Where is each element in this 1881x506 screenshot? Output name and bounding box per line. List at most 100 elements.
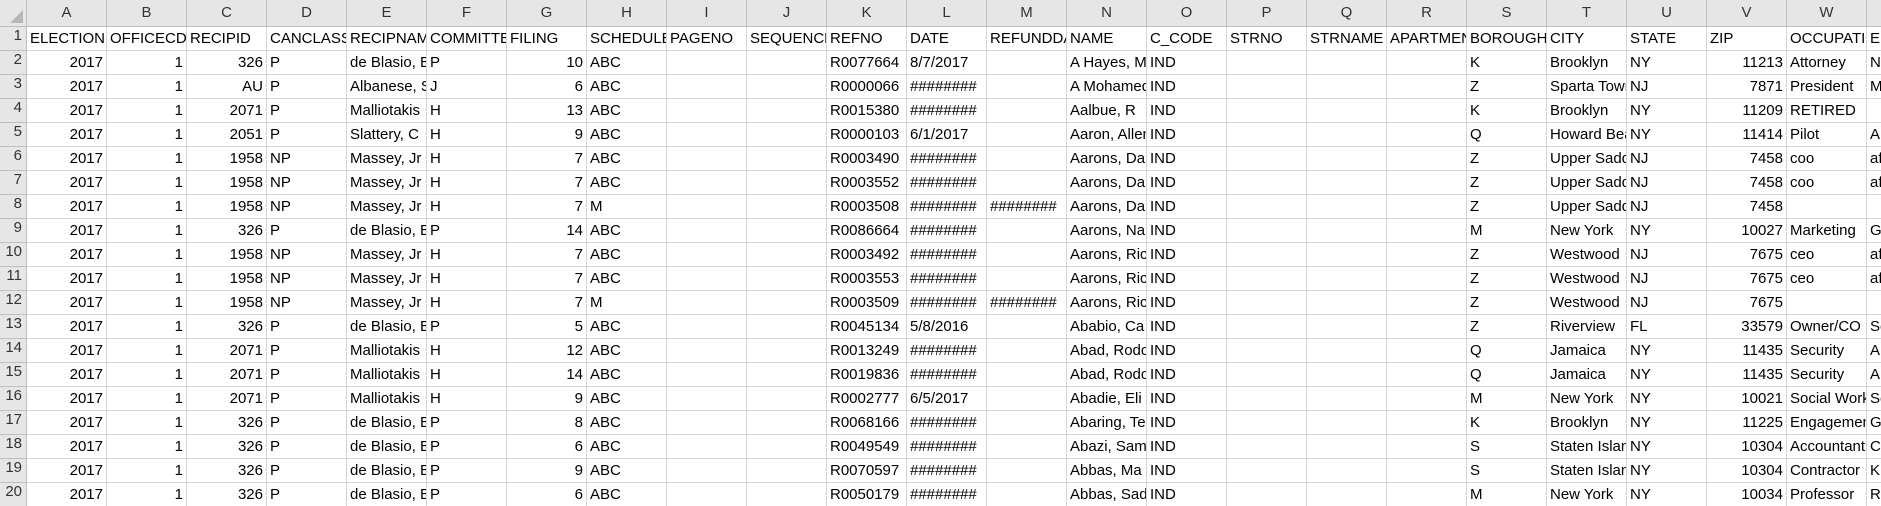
cell-u1[interactable]: STATE: [1627, 27, 1707, 51]
cell-g12[interactable]: 7: [507, 291, 587, 315]
cell-o7[interactable]: IND: [1147, 171, 1227, 195]
cell-h7[interactable]: ABC: [587, 171, 667, 195]
cell-u12[interactable]: NJ: [1627, 291, 1707, 315]
cell-m4[interactable]: [987, 99, 1067, 123]
cell-i16[interactable]: [667, 387, 747, 411]
cell-l5[interactable]: 6/1/2017: [907, 123, 987, 147]
cell-u2[interactable]: NY: [1627, 51, 1707, 75]
cell-v3[interactable]: 7871: [1707, 75, 1787, 99]
cell-n15[interactable]: Abad, Rodo: [1067, 363, 1147, 387]
cell-m7[interactable]: [987, 171, 1067, 195]
cell-o8[interactable]: IND: [1147, 195, 1227, 219]
cell-g20[interactable]: 6: [507, 483, 587, 506]
cell-l12[interactable]: ########: [907, 291, 987, 315]
cell-a1[interactable]: ELECTION: [27, 27, 107, 51]
cell-c7[interactable]: 1958: [187, 171, 267, 195]
cell-k7[interactable]: R0003552: [827, 171, 907, 195]
cell-u16[interactable]: NY: [1627, 387, 1707, 411]
cell-k14[interactable]: R0013249: [827, 339, 907, 363]
cell-e8[interactable]: Massey, Jr: [347, 195, 427, 219]
column-header-x[interactable]: X: [1867, 0, 1881, 27]
cell-x11[interactable]: af: [1867, 267, 1881, 291]
cell-v16[interactable]: 10021: [1707, 387, 1787, 411]
cell-h20[interactable]: ABC: [587, 483, 667, 506]
cell-w7[interactable]: coo: [1787, 171, 1867, 195]
cell-p13[interactable]: [1227, 315, 1307, 339]
cell-p19[interactable]: [1227, 459, 1307, 483]
cell-s14[interactable]: Q: [1467, 339, 1547, 363]
cell-u15[interactable]: NY: [1627, 363, 1707, 387]
cell-x1[interactable]: EMPNAME: [1867, 27, 1881, 51]
cell-d17[interactable]: P: [267, 411, 347, 435]
cell-s20[interactable]: M: [1467, 483, 1547, 506]
column-header-i[interactable]: I: [667, 0, 747, 27]
column-header-b[interactable]: B: [107, 0, 187, 27]
cell-r15[interactable]: [1387, 363, 1467, 387]
cell-q16[interactable]: [1307, 387, 1387, 411]
cell-p20[interactable]: [1227, 483, 1307, 506]
cell-k3[interactable]: R0000066: [827, 75, 907, 99]
cell-r9[interactable]: [1387, 219, 1467, 243]
cell-v15[interactable]: 11435: [1707, 363, 1787, 387]
cell-a10[interactable]: 2017: [27, 243, 107, 267]
cell-i19[interactable]: [667, 459, 747, 483]
cell-t7[interactable]: Upper Saddle: [1547, 171, 1627, 195]
cell-d9[interactable]: P: [267, 219, 347, 243]
cell-t2[interactable]: Brooklyn: [1547, 51, 1627, 75]
cell-l8[interactable]: ########: [907, 195, 987, 219]
cell-f1[interactable]: COMMITTEE: [427, 27, 507, 51]
cell-s16[interactable]: M: [1467, 387, 1547, 411]
cell-n13[interactable]: Ababio, Ca: [1067, 315, 1147, 339]
cell-r14[interactable]: [1387, 339, 1467, 363]
cell-i20[interactable]: [667, 483, 747, 506]
cell-m18[interactable]: [987, 435, 1067, 459]
cell-q9[interactable]: [1307, 219, 1387, 243]
cell-j13[interactable]: [747, 315, 827, 339]
cell-c10[interactable]: 1958: [187, 243, 267, 267]
row-header-9[interactable]: 9: [0, 219, 27, 243]
cell-e1[interactable]: RECIPNAME: [347, 27, 427, 51]
cell-x9[interactable]: G: [1867, 219, 1881, 243]
cell-l20[interactable]: ########: [907, 483, 987, 506]
cell-k18[interactable]: R0049549: [827, 435, 907, 459]
cell-x12[interactable]: [1867, 291, 1881, 315]
cell-r10[interactable]: [1387, 243, 1467, 267]
cell-w18[interactable]: Accountant: [1787, 435, 1867, 459]
cell-b14[interactable]: 1: [107, 339, 187, 363]
cell-v19[interactable]: 10304: [1707, 459, 1787, 483]
cell-f11[interactable]: H: [427, 267, 507, 291]
cell-t9[interactable]: New York: [1547, 219, 1627, 243]
cell-f15[interactable]: H: [427, 363, 507, 387]
cell-l4[interactable]: ########: [907, 99, 987, 123]
cell-s2[interactable]: K: [1467, 51, 1547, 75]
cell-e6[interactable]: Massey, Jr: [347, 147, 427, 171]
cell-c15[interactable]: 2071: [187, 363, 267, 387]
cell-j7[interactable]: [747, 171, 827, 195]
cell-q8[interactable]: [1307, 195, 1387, 219]
cell-o5[interactable]: IND: [1147, 123, 1227, 147]
cell-g15[interactable]: 14: [507, 363, 587, 387]
cell-p5[interactable]: [1227, 123, 1307, 147]
cell-u19[interactable]: NY: [1627, 459, 1707, 483]
cell-m10[interactable]: [987, 243, 1067, 267]
cell-i4[interactable]: [667, 99, 747, 123]
cell-t8[interactable]: Upper Saddle: [1547, 195, 1627, 219]
cell-h12[interactable]: M: [587, 291, 667, 315]
cell-i11[interactable]: [667, 267, 747, 291]
cell-x19[interactable]: KI: [1867, 459, 1881, 483]
cell-k5[interactable]: R0000103: [827, 123, 907, 147]
cell-p15[interactable]: [1227, 363, 1307, 387]
cell-p6[interactable]: [1227, 147, 1307, 171]
cell-r13[interactable]: [1387, 315, 1467, 339]
cell-r7[interactable]: [1387, 171, 1467, 195]
cell-t16[interactable]: New York: [1547, 387, 1627, 411]
cell-i9[interactable]: [667, 219, 747, 243]
cell-f8[interactable]: H: [427, 195, 507, 219]
cell-v13[interactable]: 33579: [1707, 315, 1787, 339]
cell-g7[interactable]: 7: [507, 171, 587, 195]
cell-l18[interactable]: ########: [907, 435, 987, 459]
cell-s9[interactable]: M: [1467, 219, 1547, 243]
cell-c18[interactable]: 326: [187, 435, 267, 459]
cell-o16[interactable]: IND: [1147, 387, 1227, 411]
cell-a16[interactable]: 2017: [27, 387, 107, 411]
